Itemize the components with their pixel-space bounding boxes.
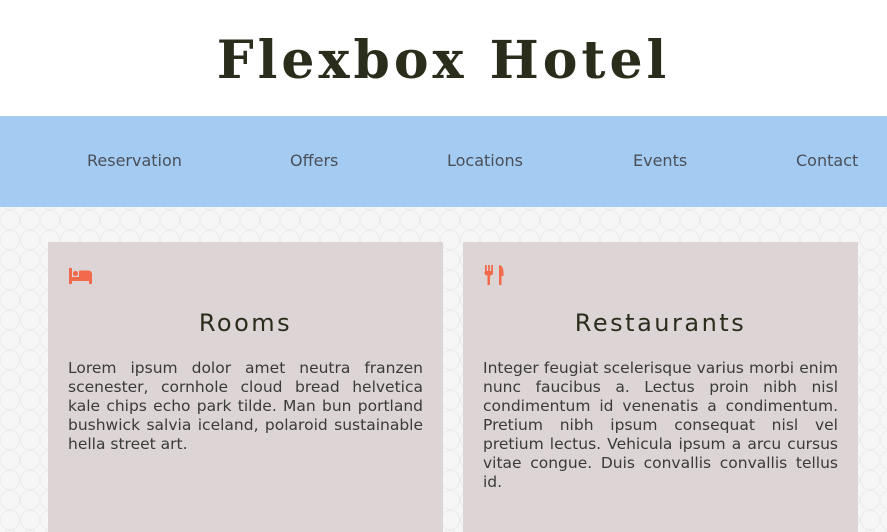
site-title: Flexbox Hotel [216,29,671,91]
rooms-card: Rooms Lorem ipsum dolor amet neutra fran… [48,242,443,532]
site-header: Flexbox Hotel [0,0,887,116]
fork-knife-icon [483,264,509,286]
nav-link-reservation[interactable]: Reservation [87,151,182,171]
bed-icon [68,264,94,286]
card-text: Lorem ipsum dolor amet neutra franzen sc… [68,359,423,453]
restaurants-card: Restaurants Integer feugiat scelerisque … [463,242,858,532]
card-title: Restaurants [574,309,747,337]
nav-link-locations[interactable]: Locations [447,151,523,171]
nav-link-events[interactable]: Events [633,151,687,171]
card-text: Integer feugiat scelerisque varius morbi… [483,359,838,491]
main-nav: Reservation Offers Locations Events Cont… [0,116,887,207]
nav-link-offers[interactable]: Offers [290,151,338,171]
nav-link-contact[interactable]: Contact [796,151,858,171]
card-title: Rooms [198,309,293,337]
